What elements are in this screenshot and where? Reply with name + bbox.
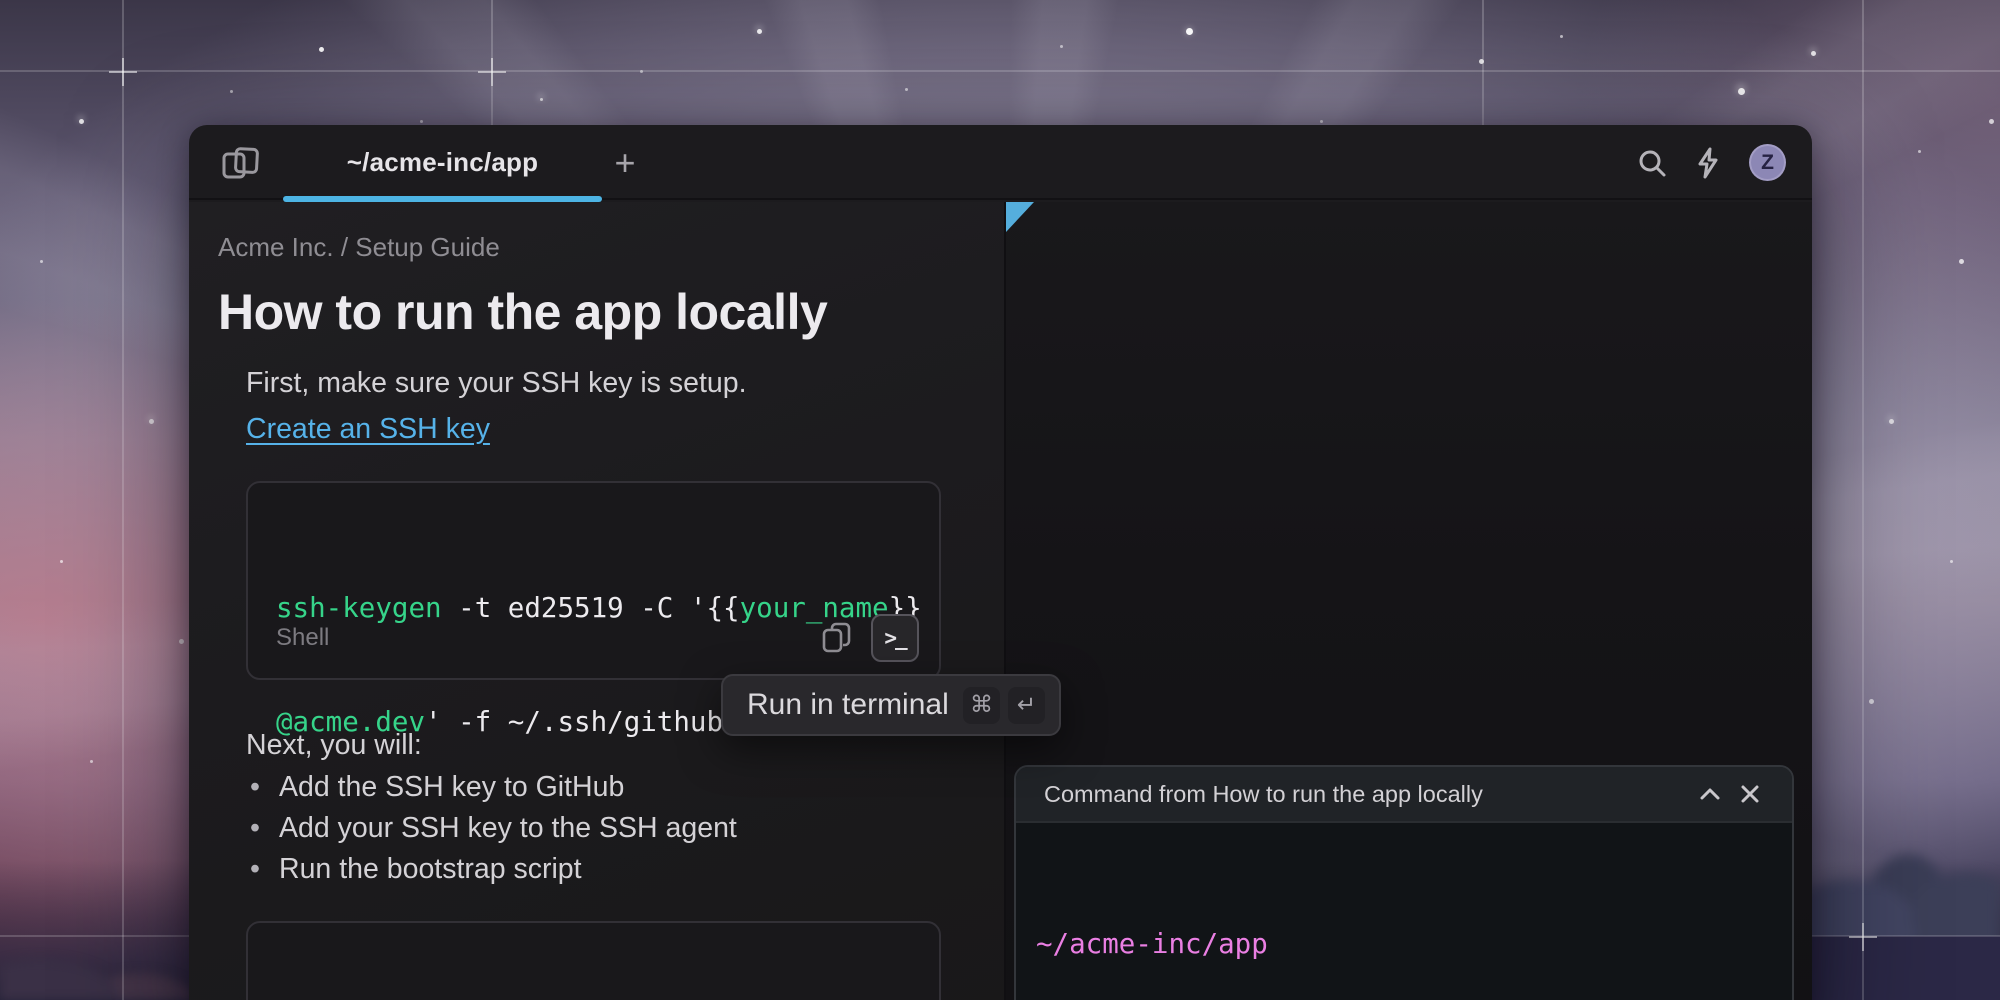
close-button[interactable] [1730, 774, 1770, 814]
list-item: Add your SSH key to the SSH agent [246, 808, 1004, 849]
command-key-icon: ⌘ [963, 687, 1000, 724]
terminal-pane: Command from How to run the app locally [1006, 202, 1812, 1000]
drop-corner-indicator [1006, 202, 1034, 232]
run-in-terminal-button[interactable]: >_ [871, 614, 919, 662]
terminal-panel-header[interactable]: Command from How to run the app locally [1016, 767, 1792, 823]
tab-title: ~/acme-inc/app [347, 147, 538, 178]
app-window: ~/acme-inc/app + [189, 125, 1812, 1000]
code-block-footer: Shell >_ [276, 614, 919, 662]
search-button[interactable] [1637, 148, 1667, 178]
grid-line-vertical [1862, 0, 1864, 1000]
copy-icon [821, 621, 853, 655]
language-label: Shell [276, 624, 329, 652]
terminal-prompt-line: ~/acme-inc/app [1036, 925, 1768, 963]
user-avatar[interactable]: Z [1749, 144, 1786, 181]
close-icon [1740, 784, 1760, 804]
tab-active[interactable]: ~/acme-inc/app [283, 125, 602, 200]
lightning-icon [1693, 147, 1723, 179]
terminal-panel: Command from How to run the app locally [1014, 765, 1794, 1000]
terminal-panel-title: Command from How to run the app locally [1044, 781, 1690, 808]
book-icon [220, 146, 262, 180]
window-topbar: ~/acme-inc/app + [189, 125, 1812, 200]
copy-button[interactable] [817, 618, 857, 658]
grid-line-vertical [122, 0, 124, 1000]
run-in-terminal-tooltip: Run in terminal ⌘ ↵ [721, 674, 1061, 736]
new-tab-button[interactable]: + [601, 139, 649, 187]
code-text: # if you don't have this yet brew instal… [248, 923, 939, 1000]
page-title: How to run the app locally [218, 282, 1004, 342]
grid-cross [109, 58, 137, 86]
chevron-up-icon [1699, 787, 1721, 801]
code-block-bootstrap: # if you don't have this yet brew instal… [246, 921, 941, 1000]
grid-cross [478, 58, 506, 86]
topbar-actions: Z [1637, 125, 1786, 200]
intro-text: First, make sure your SSH key is setup. [246, 363, 1004, 403]
stars-glow [0, 0, 2, 2]
tooltip-label: Run in terminal [747, 688, 955, 722]
next-steps-list: Add the SSH key to GitHub Add your SSH k… [246, 767, 1004, 890]
create-ssh-key-link[interactable]: Create an SSH key [246, 409, 490, 449]
window-content: Acme Inc. / Setup Guide How to run the a… [189, 202, 1812, 1000]
desktop: ~/acme-inc/app + [0, 0, 2000, 1000]
terminal-output[interactable]: ~/acme-inc/app ssh-keygen -t ed25519 -C … [1016, 823, 1792, 1000]
code-block-ssh-keygen: ssh-keygen -t ed25519 -C '{{your_name}} … [246, 481, 941, 680]
list-item: Run the bootstrap script [246, 849, 1004, 890]
return-key-icon: ↵ [1008, 687, 1045, 724]
search-icon [1637, 148, 1667, 178]
terminal-icon: >_ [884, 626, 905, 650]
breadcrumb: Acme Inc. / Setup Guide [218, 232, 1004, 263]
grid-line-horizontal [0, 70, 2000, 72]
tree-silhouette-left [0, 910, 200, 1000]
lightning-button[interactable] [1693, 147, 1723, 179]
collapse-button[interactable] [1690, 774, 1730, 814]
library-button[interactable] [219, 145, 263, 181]
document-pane: Acme Inc. / Setup Guide How to run the a… [189, 202, 1004, 1000]
list-item: Add the SSH key to GitHub [246, 767, 1004, 808]
grid-cross [1849, 923, 1877, 951]
